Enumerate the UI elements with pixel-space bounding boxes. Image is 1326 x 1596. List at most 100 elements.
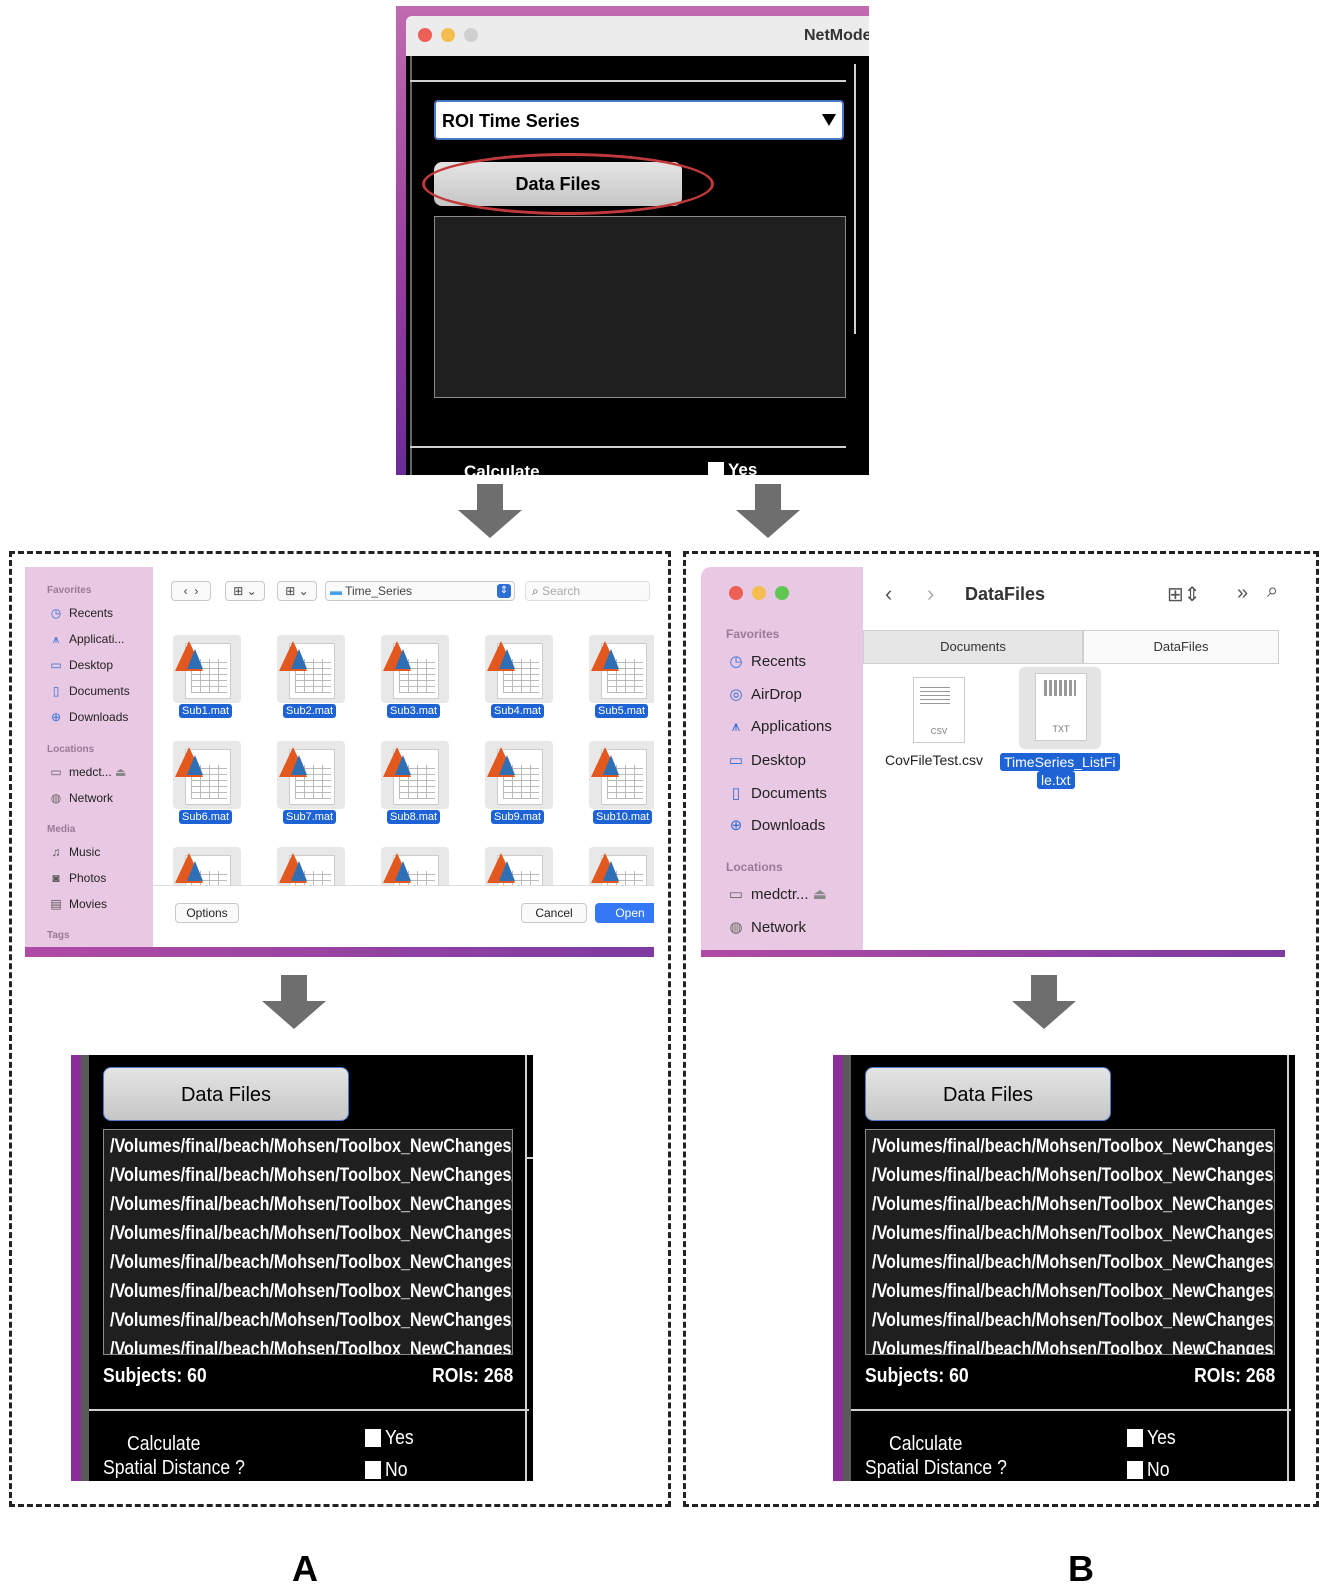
- data-files-button[interactable]: Data Files: [865, 1067, 1111, 1121]
- zoom-window-button[interactable]: [775, 586, 789, 600]
- sidebar-item-downloads[interactable]: ⊕ Downloads: [49, 710, 128, 724]
- back-icon[interactable]: ‹: [885, 581, 892, 607]
- csv-file-icon[interactable]: CSV: [913, 677, 965, 743]
- view-mode-button[interactable]: ⊞ ⌄: [225, 581, 265, 601]
- file-label[interactable]: Sub3.mat: [387, 704, 441, 718]
- sidebar-item-network[interactable]: ◍ Network: [727, 918, 806, 936]
- file-path-item[interactable]: /Volumes/final/beach/Mohsen/Toolbox_NewC…: [110, 1136, 512, 1158]
- file-list-box[interactable]: /Volumes/final/beach/Mohsen/Toolbox_NewC…: [103, 1129, 513, 1355]
- sidebar-item-documents[interactable]: ▯ Documents: [49, 684, 130, 698]
- data-files-button[interactable]: Data Files: [103, 1067, 349, 1121]
- matlab-file-icon[interactable]: [173, 847, 241, 885]
- file-path-item[interactable]: /Volumes/final/beach/Mohsen/Toolbox_NewC…: [872, 1165, 1274, 1187]
- yes-checkbox[interactable]: [708, 462, 724, 475]
- file-label[interactable]: Sub1.mat: [179, 704, 233, 718]
- file-label[interactable]: Sub2.mat: [283, 704, 337, 718]
- file-label[interactable]: CovFileTest.csv: [885, 752, 983, 768]
- file-label[interactable]: le.txt: [1037, 771, 1075, 789]
- file-label[interactable]: Sub4.mat: [491, 704, 545, 718]
- no-checkbox[interactable]: [1127, 1461, 1143, 1479]
- file-list-box[interactable]: /Volumes/final/beach/Mohsen/Toolbox_NewC…: [865, 1129, 1275, 1355]
- matlab-file-icon[interactable]: [173, 635, 241, 703]
- minimize-window-button[interactable]: [441, 28, 455, 42]
- tab-datafiles[interactable]: DataFiles: [1083, 630, 1279, 664]
- options-button[interactable]: Options: [175, 903, 239, 923]
- file-list-box[interactable]: [434, 216, 846, 398]
- cancel-button[interactable]: Cancel: [521, 903, 587, 923]
- file-path-item[interactable]: /Volumes/final/beach/Mohsen/Toolbox_NewC…: [872, 1252, 1274, 1274]
- file-path-item[interactable]: /Volumes/final/beach/Mohsen/Toolbox_NewC…: [872, 1194, 1274, 1216]
- search-input[interactable]: ⌕ Search: [525, 581, 650, 601]
- matlab-file-icon[interactable]: [277, 635, 345, 703]
- yes-checkbox[interactable]: [1127, 1429, 1143, 1447]
- file-path-item[interactable]: /Volumes/final/beach/Mohsen/Toolbox_NewC…: [872, 1310, 1274, 1332]
- forward-icon[interactable]: ›: [927, 581, 934, 607]
- sidebar-item-movies[interactable]: ▤ Movies: [49, 897, 107, 911]
- file-label[interactable]: Sub7.mat: [283, 810, 337, 824]
- matlab-file-icon[interactable]: [485, 635, 553, 703]
- file-path-item[interactable]: /Volumes/final/beach/Mohsen/Toolbox_NewC…: [110, 1310, 512, 1332]
- matlab-file-icon[interactable]: [277, 741, 345, 809]
- chevron-right-icon[interactable]: ›: [194, 584, 198, 598]
- sidebar-item-network[interactable]: ◍ Network: [49, 791, 113, 805]
- sidebar-item-applications[interactable]: ⩚ Applicati...: [49, 632, 125, 647]
- sidebar-item-desktop[interactable]: ▭ Desktop: [49, 658, 113, 672]
- matlab-file-icon[interactable]: [589, 635, 654, 703]
- sidebar-item-photos[interactable]: ◙ Photos: [49, 871, 106, 885]
- matlab-file-icon[interactable]: [381, 635, 449, 703]
- eject-icon[interactable]: ⏏: [115, 765, 126, 779]
- file-label[interactable]: Sub9.mat: [491, 810, 545, 824]
- sidebar-item-music[interactable]: ♫ Music: [49, 845, 101, 859]
- sidebar-item-applications[interactable]: ⩚ Applications: [727, 718, 832, 735]
- file-path-item[interactable]: /Volumes/final/beach/Mohsen/Toolbox_NewC…: [872, 1136, 1274, 1158]
- file-label[interactable]: Sub10.mat: [593, 810, 653, 824]
- sidebar-item-airdrop[interactable]: ◎ AirDrop: [727, 685, 801, 703]
- matlab-file-icon[interactable]: [381, 847, 449, 885]
- open-button[interactable]: Open: [595, 903, 654, 923]
- file-path-item[interactable]: /Volumes/final/beach/Mohsen/Toolbox_NewC…: [110, 1165, 512, 1187]
- sidebar-item-medctr[interactable]: ▭ medctr... ⏏: [727, 885, 827, 903]
- file-label[interactable]: Sub5.mat: [595, 704, 649, 718]
- file-path-item[interactable]: /Volumes/final/beach/Mohsen/Toolbox_NewC…: [110, 1281, 512, 1303]
- data-type-dropdown[interactable]: ROI Time Series: [434, 100, 844, 140]
- sidebar-item-recents[interactable]: ◷ Recents: [49, 606, 113, 620]
- file-path-item[interactable]: /Volumes/final/beach/Mohsen/Toolbox_NewC…: [110, 1194, 512, 1216]
- folder-popup[interactable]: ▬ Time_Series ⇕: [325, 581, 515, 601]
- matlab-file-icon[interactable]: [381, 741, 449, 809]
- file-path-item[interactable]: /Volumes/final/beach/Mohsen/Toolbox_NewC…: [872, 1281, 1274, 1303]
- sidebar-item-medct[interactable]: ▭ medct... ⏏: [49, 765, 126, 779]
- view-grid-icon[interactable]: ⊞⇕: [1167, 582, 1201, 607]
- file-label[interactable]: Sub8.mat: [387, 810, 441, 824]
- file-path-item[interactable]: /Volumes/final/beach/Mohsen/Toolbox_NewC…: [110, 1339, 512, 1354]
- group-button[interactable]: ⊞ ⌄: [277, 581, 317, 601]
- matlab-file-icon[interactable]: [589, 741, 654, 809]
- file-path-item[interactable]: /Volumes/final/beach/Mohsen/Toolbox_NewC…: [872, 1339, 1274, 1354]
- zoom-window-button[interactable]: [464, 28, 478, 42]
- file-label[interactable]: TimeSeries_ListFi: [1000, 753, 1120, 771]
- matlab-file-icon[interactable]: [485, 741, 553, 809]
- matlab-file-icon[interactable]: [485, 847, 553, 885]
- eject-icon[interactable]: ⏏: [813, 886, 827, 903]
- no-checkbox[interactable]: [365, 1461, 381, 1479]
- search-icon[interactable]: ⌕: [1267, 580, 1278, 603]
- tab-documents[interactable]: Documents: [863, 630, 1083, 664]
- minimize-window-button[interactable]: [752, 586, 766, 600]
- matlab-file-icon[interactable]: [589, 847, 654, 885]
- more-icon[interactable]: »: [1237, 582, 1248, 605]
- file-path-item[interactable]: /Volumes/final/beach/Mohsen/Toolbox_NewC…: [872, 1223, 1274, 1245]
- txt-file-icon[interactable]: TXT: [1035, 673, 1087, 741]
- file-label[interactable]: Sub6.mat: [179, 810, 233, 824]
- sidebar-item-recents[interactable]: ◷ Recents: [727, 652, 806, 670]
- chevron-left-icon[interactable]: ‹: [184, 584, 188, 598]
- matlab-file-icon[interactable]: [173, 741, 241, 809]
- file-path-item[interactable]: /Volumes/final/beach/Mohsen/Toolbox_NewC…: [110, 1252, 512, 1274]
- matlab-file-icon[interactable]: [277, 847, 345, 885]
- file-path-item[interactable]: /Volumes/final/beach/Mohsen/Toolbox_NewC…: [110, 1223, 512, 1245]
- sidebar-item-desktop[interactable]: ▭ Desktop: [727, 751, 806, 769]
- sidebar-item-downloads[interactable]: ⊕ Downloads: [727, 816, 826, 834]
- close-window-button[interactable]: [418, 28, 432, 42]
- yes-checkbox[interactable]: [365, 1429, 381, 1447]
- sidebar-item-documents[interactable]: ▯ Documents: [727, 784, 827, 802]
- close-window-button[interactable]: [729, 586, 743, 600]
- back-forward-buttons[interactable]: ‹ ›: [171, 581, 211, 601]
